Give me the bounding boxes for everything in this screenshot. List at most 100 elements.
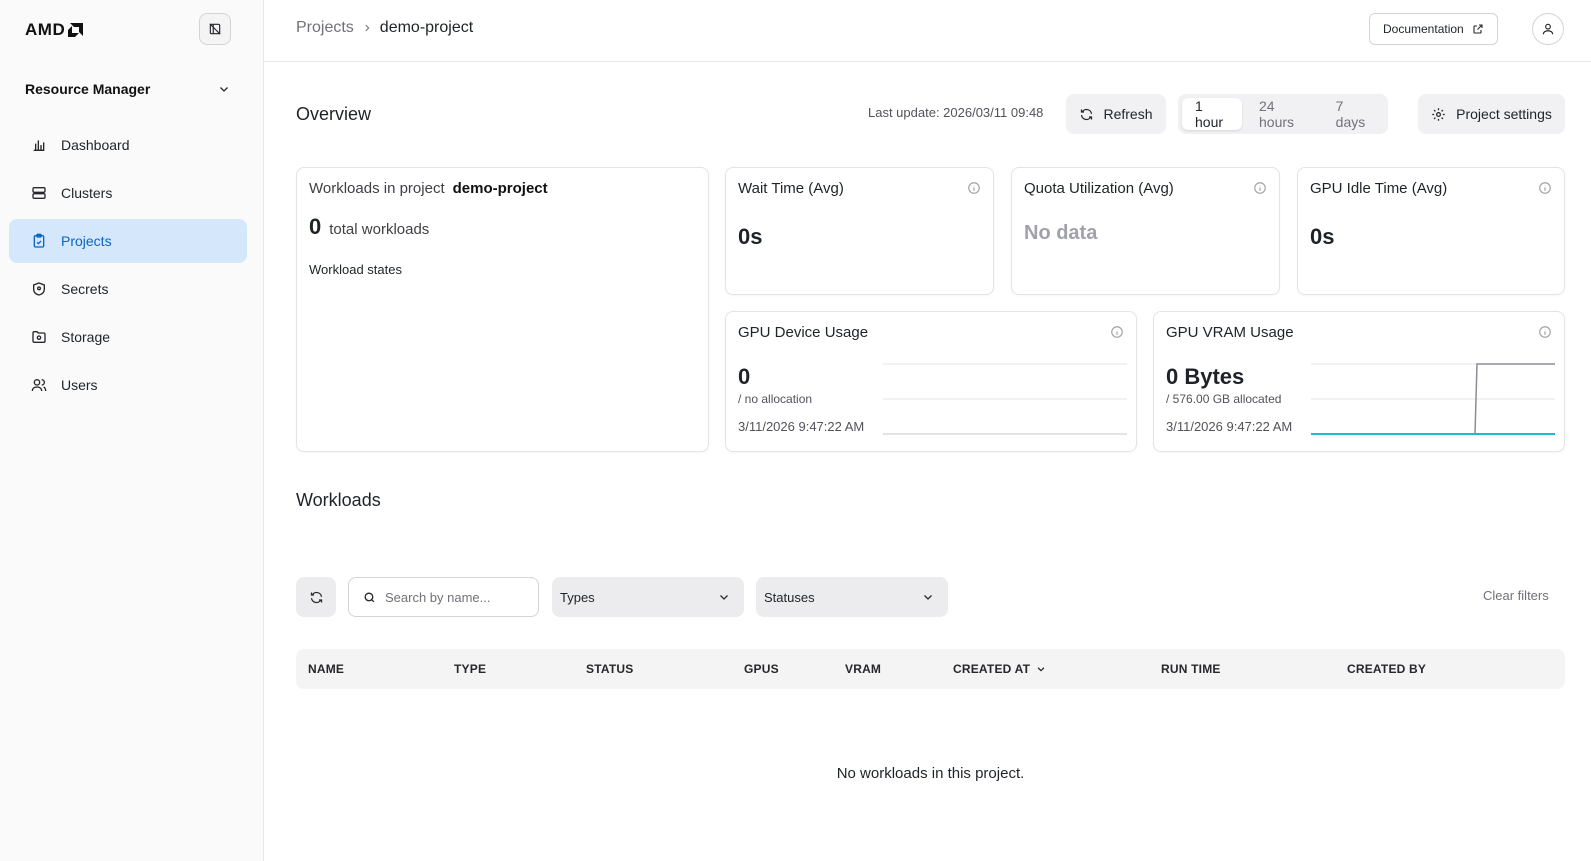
chevron-right-icon	[365, 24, 370, 32]
collapse-sidebar-button[interactable]	[199, 13, 231, 45]
users-icon	[31, 379, 47, 392]
gpu-idle-time-card: GPU Idle Time (Avg) 0s	[1297, 167, 1565, 295]
sidebar-item-label: Projects	[61, 233, 112, 249]
column-header-created-by[interactable]: CREATED BY	[1347, 662, 1426, 676]
gpu-vram-usage-title: GPU VRAM Usage	[1166, 324, 1294, 341]
column-header-name[interactable]: NAME	[308, 662, 344, 676]
types-select[interactable]: Types	[552, 577, 744, 617]
gpu-idle-time-value: 0s	[1310, 224, 1335, 249]
workloads-refresh-button[interactable]	[296, 577, 336, 617]
gpu-vram-usage-allocation: / 576.00 GB allocated	[1166, 392, 1282, 406]
sidebar-item-label: Dashboard	[61, 137, 130, 153]
workloads-count-value: 0	[309, 214, 322, 239]
amd-logo[interactable]: AMD	[25, 20, 84, 40]
info-icon[interactable]	[1538, 325, 1552, 339]
chevron-down-icon	[220, 87, 228, 92]
wait-time-card: Wait Time (Avg) 0s	[725, 167, 994, 295]
column-header-label: TYPE	[454, 662, 487, 676]
external-link-icon	[1473, 24, 1483, 34]
column-header-created-at[interactable]: CREATED AT	[953, 662, 1046, 676]
gpu-device-usage-timestamp: 3/11/2026 9:47:22 AM	[738, 419, 865, 434]
time-range-selector: 1 hour 24 hours 7 days	[1178, 94, 1388, 134]
column-header-gpus[interactable]: GPUS	[744, 662, 779, 676]
sidebar-item-label: Secrets	[61, 281, 109, 297]
documentation-label: Documentation	[1383, 22, 1464, 36]
column-header-label: CREATED AT	[953, 662, 1031, 676]
column-header-vram[interactable]: VRAM	[845, 662, 881, 676]
workloads-card-title: Workloads in project demo-project	[309, 180, 548, 197]
column-header-type[interactable]: TYPE	[454, 662, 486, 676]
refresh-icon	[1081, 108, 1093, 120]
wait-time-value: 0s	[738, 224, 763, 249]
range-24-hours[interactable]: 24 hours	[1246, 98, 1319, 130]
chevron-down-icon	[720, 595, 728, 600]
column-header-label: VRAM	[845, 662, 882, 676]
statuses-select-label: Statuses	[764, 589, 815, 605]
wait-time-title: Wait Time (Avg)	[738, 180, 844, 197]
search-icon	[364, 591, 375, 602]
chevron-down-icon	[924, 595, 932, 600]
gpu-vram-sparkline	[1311, 363, 1555, 435]
info-icon[interactable]	[1253, 181, 1267, 195]
workloads-card-project: demo-project	[452, 180, 548, 197]
search-input[interactable]	[385, 589, 525, 605]
user-icon	[1542, 23, 1554, 35]
sort-desc-icon	[1037, 667, 1045, 672]
column-header-label: GPUS	[744, 662, 779, 676]
workload-states-label: Workload states	[309, 262, 402, 277]
workloads-count: 0 total workloads	[309, 214, 429, 240]
gpu-device-usage-title: GPU Device Usage	[738, 324, 869, 341]
column-header-status[interactable]: STATUS	[586, 662, 633, 676]
workloads-table-header: NAME TYPE STATUS GPUS VRAM CREATED AT RU…	[296, 649, 1565, 689]
info-icon[interactable]	[967, 181, 981, 195]
clear-filters-button[interactable]: Clear filters	[1483, 588, 1549, 603]
gpu-vram-usage-timestamp: 3/11/2026 9:47:22 AM	[1166, 419, 1293, 434]
folder-icon	[32, 331, 46, 343]
bar-chart-icon	[33, 140, 45, 151]
project-settings-button[interactable]: Project settings	[1418, 94, 1565, 134]
breadcrumb-current: demo-project	[379, 19, 474, 36]
refresh-button[interactable]: Refresh	[1066, 94, 1166, 134]
shield-icon	[33, 282, 45, 296]
workloads-count-label: total workloads	[329, 221, 430, 238]
column-header-label: RUN TIME	[1161, 662, 1221, 676]
search-field[interactable]	[348, 577, 539, 617]
empty-state-message: No workloads in this project.	[836, 765, 1025, 782]
gpu-device-usage-card: GPU Device Usage 0 / no allocation 3/11/…	[725, 311, 1137, 452]
workspace-selector[interactable]: Resource Manager	[25, 78, 230, 100]
gpu-device-sparkline	[883, 363, 1127, 435]
sidebar-item-clusters[interactable]: Clusters	[9, 171, 247, 215]
sidebar-item-dashboard[interactable]: Dashboard	[9, 123, 247, 167]
gpu-device-usage-allocation: / no allocation	[738, 392, 813, 406]
workloads-card-prefix: Workloads in project	[309, 180, 445, 197]
user-menu-button[interactable]	[1532, 13, 1564, 45]
statuses-select[interactable]: Statuses	[756, 577, 948, 617]
project-settings-label: Project settings	[1456, 106, 1552, 122]
quota-utilization-card: Quota Utilization (Avg) No data	[1011, 167, 1280, 295]
column-header-run-time[interactable]: RUN TIME	[1161, 662, 1221, 676]
range-1-hour[interactable]: 1 hour	[1182, 98, 1242, 130]
info-icon[interactable]	[1538, 181, 1552, 195]
gpu-device-usage-value: 0	[738, 364, 751, 389]
sidebar-item-projects[interactable]: Projects	[9, 219, 247, 263]
sidebar-item-storage[interactable]: Storage	[9, 315, 247, 359]
column-header-label: STATUS	[586, 662, 634, 676]
breadcrumb: Projects demo-project	[296, 19, 473, 37]
info-icon[interactable]	[1110, 325, 1124, 339]
sidebar-item-secrets[interactable]: Secrets	[9, 267, 247, 311]
refresh-label: Refresh	[1103, 106, 1153, 122]
refresh-icon	[310, 591, 322, 603]
top-header: Projects demo-project Documentation	[264, 0, 1591, 62]
column-header-label: CREATED BY	[1347, 662, 1427, 676]
gear-icon	[1432, 107, 1445, 121]
sidebar-item-users[interactable]: Users	[9, 363, 247, 407]
sidebar-nav: Dashboard Clusters Projects Secrets Stor…	[9, 123, 247, 411]
documentation-button[interactable]: Documentation	[1369, 13, 1498, 45]
range-7-days[interactable]: 7 days	[1323, 98, 1384, 130]
logo-text: AMD	[25, 20, 66, 39]
column-header-label: NAME	[308, 662, 345, 676]
quota-utilization-title: Quota Utilization (Avg)	[1024, 180, 1174, 197]
workloads-title: Workloads	[296, 490, 381, 510]
breadcrumb-projects-link[interactable]: Projects	[296, 19, 354, 37]
gpu-vram-usage-value: 0 Bytes	[1166, 364, 1245, 389]
